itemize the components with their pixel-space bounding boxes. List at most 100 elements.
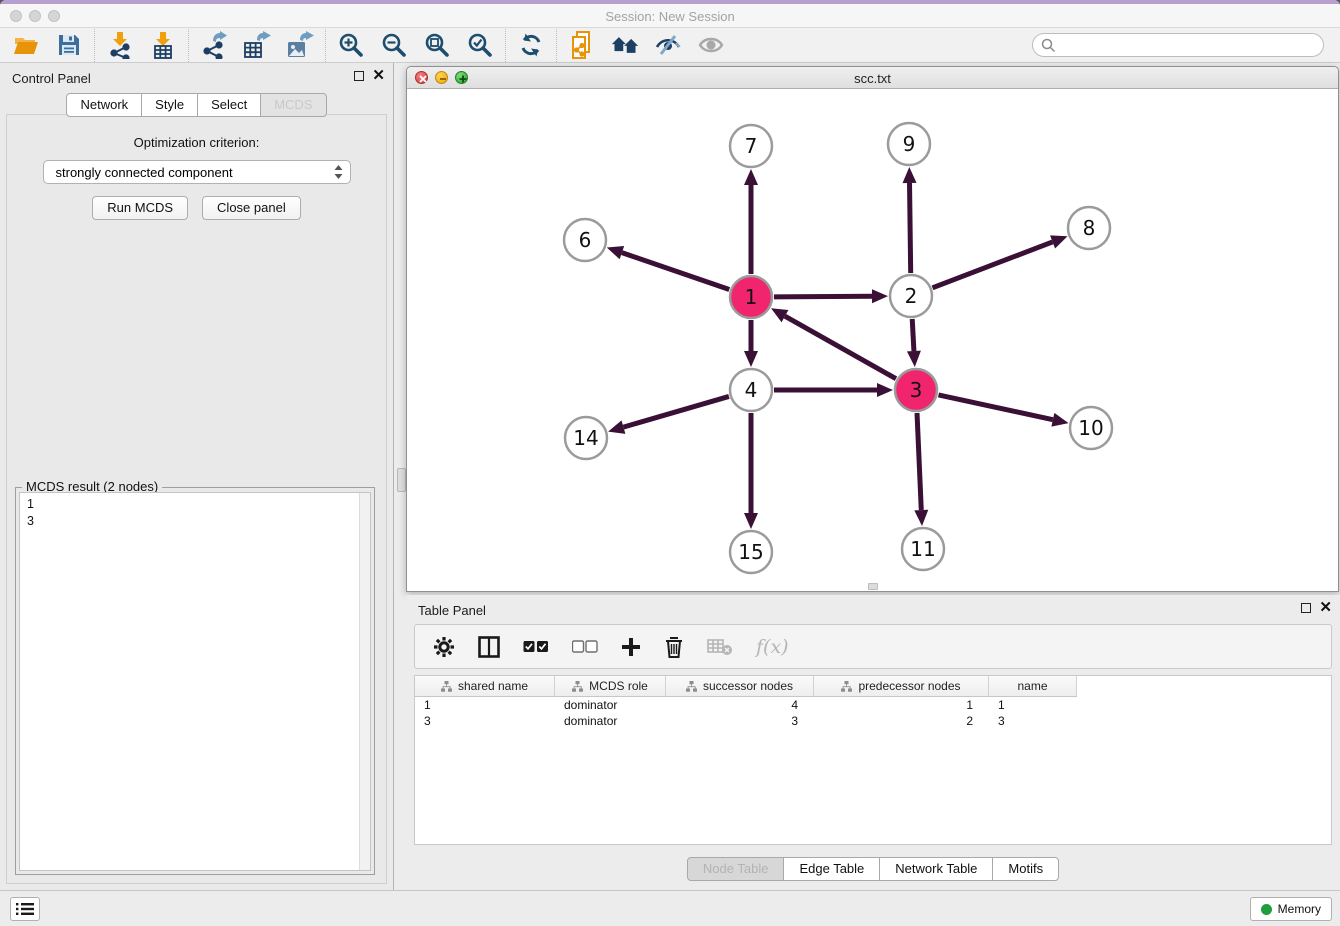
graph-edge-2-9[interactable] <box>910 183 911 273</box>
chevron-up-down-icon <box>333 164 344 180</box>
tab-mcds[interactable]: MCDS <box>260 93 326 117</box>
control-panel-title: Control Panel <box>12 71 91 86</box>
status-bar: Memory <box>0 890 1340 926</box>
mcds-result-area[interactable]: 1 3 <box>19 492 371 871</box>
memory-button[interactable]: Memory <box>1250 897 1332 921</box>
home-networks-icon[interactable] <box>611 30 639 60</box>
column-tree-icon <box>841 681 852 692</box>
tab-node-table[interactable]: Node Table <box>687 857 785 881</box>
table-settings-gear-icon[interactable] <box>433 636 455 658</box>
close-panel-button[interactable]: Close panel <box>202 196 301 220</box>
show-column-panel-icon[interactable] <box>478 636 500 658</box>
titlebar[interactable]: Session: New Session <box>0 4 1340 28</box>
task-history-button[interactable] <box>10 897 40 921</box>
node-table-header: shared name MCDS role successor nodes pr… <box>415 676 1331 697</box>
show-visual-icon-disabled <box>697 30 725 60</box>
select-all-columns-icon[interactable] <box>523 640 549 653</box>
table-row[interactable]: 3dominator323 <box>415 713 1331 729</box>
export-network-icon[interactable] <box>200 30 228 60</box>
graph-edge-arrowhead <box>608 420 625 433</box>
list-icon <box>16 902 34 916</box>
network-window-titlebar[interactable]: scc.txt <box>407 67 1338 89</box>
import-table-icon[interactable] <box>149 30 177 60</box>
toolbar-separator <box>94 29 95 62</box>
export-image-icon[interactable] <box>286 30 314 60</box>
network-window-title: scc.txt <box>407 71 1338 86</box>
graph-edge-arrowhead <box>914 510 928 526</box>
graph-edge-arrowhead <box>1051 413 1068 427</box>
mcds-result-scrollbar[interactable] <box>359 493 370 870</box>
graph-node-label: 3 <box>910 378 923 402</box>
optimization-criterion-select[interactable]: strongly connected component <box>43 160 351 184</box>
toolbar-separator <box>325 29 326 62</box>
graph-edge-arrowhead <box>744 169 758 185</box>
graph-edge-arrowhead <box>744 513 758 529</box>
graph-edge-1-2[interactable] <box>774 296 872 297</box>
control-panel-close-icon[interactable]: ✕ <box>372 70 385 82</box>
table-toolbar: f(x) <box>414 624 1332 669</box>
tab-motifs[interactable]: Motifs <box>992 857 1059 881</box>
tab-edge-table[interactable]: Edge Table <box>783 857 880 881</box>
table-panel-title: Table Panel <box>418 603 486 618</box>
save-session-icon[interactable] <box>55 30 83 60</box>
create-column-icon[interactable] <box>621 637 641 657</box>
column-header-mcds-role[interactable]: MCDS role <box>555 676 666 697</box>
deselect-all-columns-icon[interactable] <box>572 640 598 653</box>
graph-node-label: 6 <box>579 228 592 252</box>
clone-network-icon[interactable] <box>568 30 596 60</box>
graph-edge-2-8[interactable] <box>932 242 1052 288</box>
memory-label: Memory <box>1278 902 1321 916</box>
table-row[interactable]: 1dominator411 <box>415 697 1331 713</box>
tab-network[interactable]: Network <box>66 93 142 117</box>
search-box[interactable] <box>1032 33 1324 57</box>
table-cell: 4 <box>666 698 814 712</box>
graph-edge-3-1[interactable] <box>785 316 896 379</box>
graph-edge-1-6[interactable] <box>622 253 729 290</box>
delete-column-icon[interactable] <box>664 636 684 658</box>
tab-network-table[interactable]: Network Table <box>879 857 993 881</box>
control-panel: Control Panel ✕ Network Style Select MCD… <box>0 63 394 890</box>
mcds-result-group: MCDS result (2 nodes) 1 3 <box>15 487 375 875</box>
graph-edge-4-14[interactable] <box>623 396 728 427</box>
mcds-panel: Optimization criterion: strongly connect… <box>6 114 387 884</box>
search-input[interactable] <box>1061 38 1315 52</box>
run-mcds-button[interactable]: Run MCDS <box>92 196 188 220</box>
control-panel-float-icon[interactable] <box>354 71 364 81</box>
zoom-selected-icon[interactable] <box>466 30 494 60</box>
import-network-icon[interactable] <box>106 30 134 60</box>
panel-divider-handle[interactable] <box>397 468 406 492</box>
graph-edge-arrowhead <box>744 351 758 367</box>
table-cell: 1 <box>415 698 555 712</box>
graph-node-label: 10 <box>1078 416 1103 440</box>
refresh-icon[interactable] <box>517 30 545 60</box>
column-header-shared-name[interactable]: shared name <box>415 676 555 697</box>
zoom-out-icon[interactable] <box>380 30 408 60</box>
window-title: Session: New Session <box>0 9 1340 24</box>
network-resize-handle[interactable] <box>868 583 878 590</box>
graph-edge-arrowhead <box>907 351 921 367</box>
network-graph: 7968124314101511 <box>407 89 1338 591</box>
zoom-fit-icon[interactable] <box>423 30 451 60</box>
optimization-criterion-label: Optimization criterion: <box>7 135 386 150</box>
table-panel-float-icon[interactable] <box>1301 603 1311 613</box>
table-cell: 3 <box>666 714 814 728</box>
toolbar-separator <box>556 29 557 62</box>
export-table-icon[interactable] <box>243 30 271 60</box>
graph-edge-2-3[interactable] <box>912 319 914 351</box>
graph-edge-3-11[interactable] <box>917 413 921 510</box>
main-toolbar <box>0 28 1340 63</box>
tab-select[interactable]: Select <box>197 93 261 117</box>
column-header-predecessor-nodes[interactable]: predecessor nodes <box>814 676 989 697</box>
open-session-icon[interactable] <box>12 30 40 60</box>
column-header-name[interactable]: name <box>989 676 1077 697</box>
graph-edge-3-10[interactable] <box>938 395 1052 420</box>
network-canvas[interactable]: 7968124314101511 <box>407 89 1338 591</box>
table-panel: Table Panel ✕ <box>406 595 1340 886</box>
zoom-in-icon[interactable] <box>337 30 365 60</box>
table-panel-close-icon[interactable]: ✕ <box>1319 602 1332 614</box>
column-header-successor-nodes[interactable]: successor nodes <box>666 676 814 697</box>
graph-edge-arrowhead <box>877 383 893 397</box>
tab-style[interactable]: Style <box>141 93 198 117</box>
hide-visual-icon[interactable] <box>654 30 682 60</box>
graph-node-label: 11 <box>910 537 935 561</box>
